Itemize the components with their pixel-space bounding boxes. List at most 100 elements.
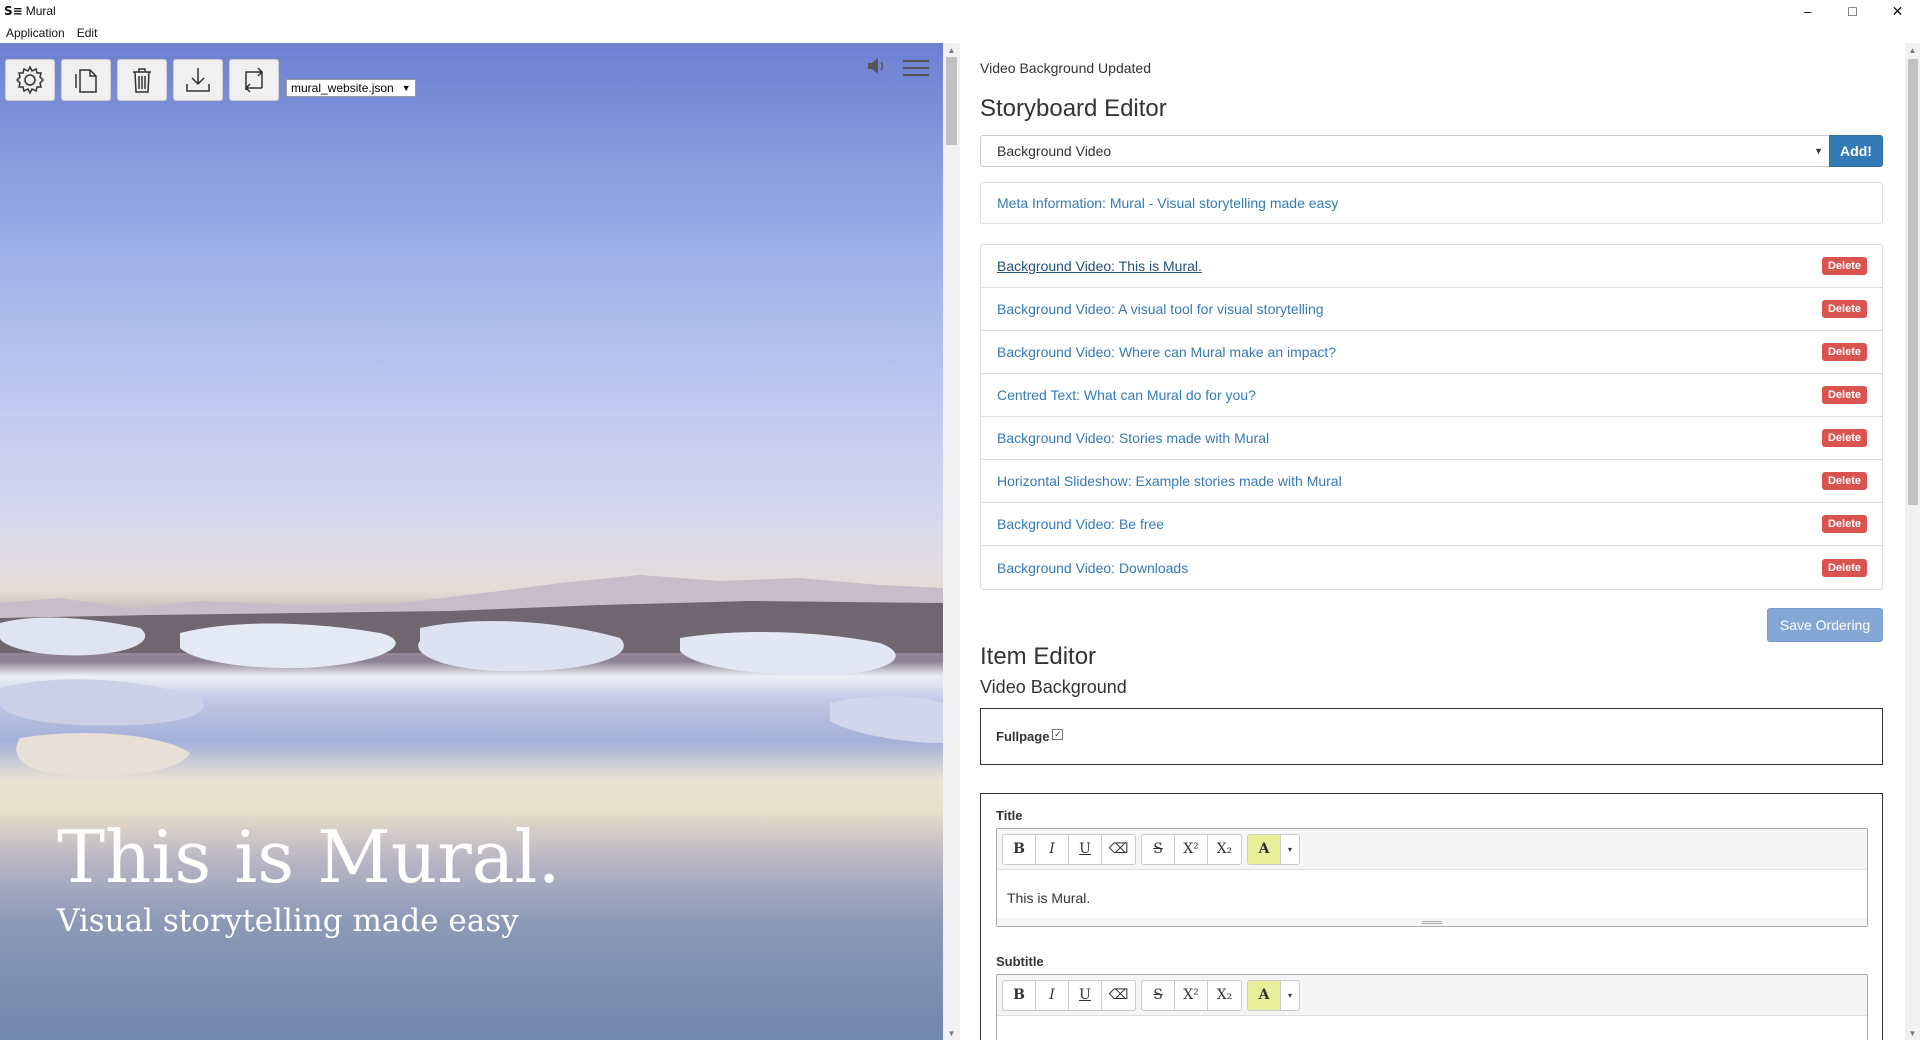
settings-button[interactable] bbox=[5, 59, 55, 101]
title-bar: S≡ Mural – □ ✕ bbox=[0, 0, 1920, 22]
list-item: Background Video: Where can Mural make a… bbox=[981, 331, 1882, 374]
list-item: Horizontal Slideshow: Example stories ma… bbox=[981, 460, 1882, 503]
item-link[interactable]: Background Video: Downloads bbox=[997, 560, 1188, 576]
bold-button[interactable]: B bbox=[1003, 980, 1036, 1010]
subtitle-label: Subtitle bbox=[996, 954, 1044, 969]
subtitle-editor: B I U ⌫ S X² X₂ A ▾ bbox=[996, 974, 1868, 1040]
delete-button[interactable]: Delete bbox=[1821, 257, 1867, 275]
copy-icon bbox=[75, 69, 97, 93]
hero-title: This is Mural. bbox=[57, 815, 561, 899]
storyboard-list: Background Video: This is Mural. Delete … bbox=[980, 244, 1883, 590]
scrollbar-thumb[interactable] bbox=[946, 57, 957, 145]
minimize-button[interactable]: – bbox=[1785, 0, 1830, 22]
chevron-down-icon[interactable]: ▾ bbox=[1281, 981, 1299, 1010]
list-item: Background Video: Stories made with Mura… bbox=[981, 417, 1882, 460]
item-link[interactable]: Background Video: Where can Mural make a… bbox=[997, 344, 1336, 360]
scroll-up-icon[interactable]: ▲ bbox=[1905, 43, 1920, 57]
restore-button[interactable]: □ bbox=[1830, 0, 1875, 22]
item-link[interactable]: Background Video: Be free bbox=[997, 516, 1164, 532]
title-text-area[interactable]: This is Mural. bbox=[997, 870, 1867, 918]
file-select[interactable]: mural_website.json ▼ bbox=[286, 79, 416, 97]
hamburger-menu-icon[interactable] bbox=[903, 58, 929, 78]
trash-icon bbox=[133, 68, 151, 93]
delete-button[interactable]: Delete bbox=[1821, 515, 1867, 533]
highlight-color-icon[interactable]: A bbox=[1248, 980, 1281, 1010]
hero-subtitle: Visual storytelling made easy bbox=[57, 903, 519, 939]
italic-button[interactable]: I bbox=[1036, 834, 1069, 864]
item-link[interactable]: Horizontal Slideshow: Example stories ma… bbox=[997, 473, 1342, 489]
italic-button[interactable]: I bbox=[1036, 980, 1069, 1010]
list-item: Background Video: Downloads Delete bbox=[981, 546, 1882, 589]
fullpage-checkbox[interactable]: ✓ bbox=[1052, 729, 1064, 740]
close-button[interactable]: ✕ bbox=[1875, 0, 1920, 22]
list-item: Background Video: A visual tool for visu… bbox=[981, 288, 1882, 331]
underline-button[interactable]: U bbox=[1069, 834, 1102, 864]
item-type-value: Background Video bbox=[997, 143, 1112, 159]
underline-button[interactable]: U bbox=[1069, 980, 1102, 1010]
settings-icon bbox=[15, 65, 45, 95]
copy-button[interactable] bbox=[61, 59, 111, 101]
eraser-icon[interactable]: ⌫ bbox=[1102, 835, 1135, 864]
item-type-heading: Video Background bbox=[980, 677, 1127, 697]
meta-information-item[interactable]: Meta Information: Mural - Visual storyte… bbox=[980, 182, 1883, 224]
strikethrough-button[interactable]: S bbox=[1142, 834, 1175, 864]
download-button[interactable] bbox=[173, 59, 223, 101]
window-title: Mural bbox=[25, 4, 56, 18]
editor-scrollbar[interactable]: ▲ ▼ bbox=[1905, 43, 1920, 1040]
eraser-icon[interactable]: ⌫ bbox=[1102, 981, 1135, 1010]
preview-scrollbar[interactable]: ▲ ▼ bbox=[943, 43, 960, 1040]
scroll-down-icon[interactable]: ▼ bbox=[943, 1026, 960, 1040]
fields-panel: Title B I U ⌫ S X² X₂ A ▾ This is Mural.… bbox=[980, 793, 1883, 1040]
editor-pane: Video Background Updated Storyboard Edit… bbox=[960, 43, 1905, 1040]
storyboard-heading: Storyboard Editor bbox=[980, 95, 1167, 122]
speaker-icon[interactable] bbox=[866, 56, 890, 76]
app-logo: S≡ bbox=[4, 4, 23, 18]
superscript-button[interactable]: X² bbox=[1175, 834, 1208, 864]
chevron-down-icon: ▼ bbox=[401, 83, 411, 93]
add-button[interactable]: Add! bbox=[1829, 135, 1883, 167]
window-controls: – □ ✕ bbox=[1785, 0, 1920, 22]
delete-button[interactable]: Delete bbox=[1821, 386, 1867, 404]
delete-button[interactable]: Delete bbox=[1821, 343, 1867, 361]
scroll-down-icon[interactable]: ▼ bbox=[1905, 1026, 1920, 1040]
preview-pane: mural_website.json ▼ This is Mural. Visu… bbox=[0, 43, 943, 1040]
item-link[interactable]: Centred Text: What can Mural do for you? bbox=[997, 387, 1256, 403]
item-type-select[interactable]: Background Video ▼ bbox=[980, 135, 1830, 167]
resize-handle[interactable] bbox=[997, 918, 1867, 926]
subscript-button[interactable]: X₂ bbox=[1208, 835, 1241, 864]
delete-button[interactable]: Delete bbox=[1821, 472, 1867, 490]
menu-edit[interactable]: Edit bbox=[77, 26, 98, 40]
sync-icon bbox=[244, 67, 264, 93]
scroll-up-icon[interactable]: ▲ bbox=[943, 43, 960, 57]
subtitle-text-area[interactable] bbox=[997, 1016, 1867, 1040]
file-select-value: mural_website.json bbox=[291, 81, 394, 95]
menu-application[interactable]: Application bbox=[6, 26, 65, 40]
strikethrough-button[interactable]: S bbox=[1142, 980, 1175, 1010]
delete-file-button[interactable] bbox=[117, 59, 167, 101]
bold-button[interactable]: B bbox=[1003, 834, 1036, 864]
list-item: Background Video: This is Mural. Delete bbox=[981, 245, 1882, 288]
preview-toolbar: mural_website.json ▼ bbox=[5, 59, 416, 101]
item-link[interactable]: Background Video: This is Mural. bbox=[997, 258, 1202, 274]
highlight-color-icon[interactable]: A bbox=[1248, 834, 1281, 864]
delete-button[interactable]: Delete bbox=[1821, 429, 1867, 447]
list-item: Background Video: Be free Delete bbox=[981, 503, 1882, 546]
ice-floes bbox=[0, 617, 943, 777]
fullpage-label: Fullpage bbox=[996, 729, 1050, 744]
item-link[interactable]: Background Video: A visual tool for visu… bbox=[997, 301, 1324, 317]
delete-button[interactable]: Delete bbox=[1821, 558, 1867, 577]
item-editor-heading: Item Editor bbox=[980, 643, 1097, 670]
save-ordering-button[interactable]: Save Ordering bbox=[1767, 608, 1883, 642]
subscript-button[interactable]: X₂ bbox=[1208, 981, 1241, 1010]
title-label: Title bbox=[996, 808, 1023, 823]
list-item: Centred Text: What can Mural do for you?… bbox=[981, 374, 1882, 417]
title-editor-toolbar: B I U ⌫ S X² X₂ A ▾ bbox=[997, 829, 1867, 870]
item-link[interactable]: Background Video: Stories made with Mura… bbox=[997, 430, 1269, 446]
fullpage-panel: Fullpage ✓ bbox=[980, 708, 1883, 765]
superscript-button[interactable]: X² bbox=[1175, 980, 1208, 1010]
delete-button[interactable]: Delete bbox=[1821, 300, 1867, 318]
sync-button[interactable] bbox=[229, 59, 279, 101]
subtitle-editor-toolbar: B I U ⌫ S X² X₂ A ▾ bbox=[997, 975, 1867, 1016]
scrollbar-thumb[interactable] bbox=[1908, 59, 1918, 505]
chevron-down-icon[interactable]: ▾ bbox=[1281, 835, 1299, 864]
